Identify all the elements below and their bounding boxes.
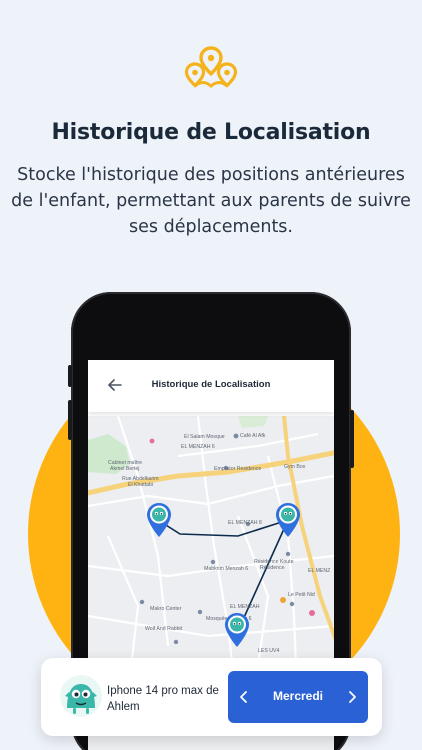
location-pins-logo-icon: [184, 46, 238, 88]
map-label: Café Al Afk: [240, 433, 266, 439]
map-label: El Khattabi: [128, 482, 154, 488]
map-label: Le Petit Nid: [288, 592, 315, 598]
device-name: Iphone 14 pro max de Ahlem: [107, 685, 219, 713]
description-line: ses déplacements.: [129, 217, 293, 237]
map-label: Wolf And Rabbit: [145, 626, 183, 632]
map-label: LES UV4: [258, 648, 280, 654]
app-bar: Historique de Localisation: [88, 360, 334, 412]
map-label: Akmel Bertej: [110, 466, 140, 472]
location-marker-icon[interactable]: [224, 612, 250, 648]
phone-side-button: [350, 410, 354, 468]
map-label: El Salam Mosque: [184, 434, 225, 440]
map-label: EL MENZAH 8: [228, 520, 262, 526]
screen-title: Historique de Localisation: [151, 379, 271, 390]
map-label: EL MENZAH 6: [181, 444, 215, 450]
phone-side-button: [68, 365, 72, 387]
map-label: Résidence: [260, 565, 285, 571]
child-avatar-icon: [60, 675, 102, 717]
day-picker: Mercredi: [228, 671, 368, 723]
description-line: Stocke l'historique des positions antéri…: [17, 165, 405, 185]
page-description: Stocke l'historique des positions antéri…: [6, 162, 416, 240]
location-marker-icon[interactable]: [146, 502, 172, 538]
page-title: Historique de Localisation: [51, 120, 371, 145]
device-day-card: Iphone 14 pro max de Ahlem Mercredi: [41, 658, 382, 736]
chevron-right-icon[interactable]: [344, 689, 360, 705]
phone-side-button: [68, 400, 72, 440]
map-label: EL MENZ: [308, 568, 331, 574]
map-label: Gym Box: [284, 464, 306, 470]
description-line: de l'enfant, permettant aux parents de s…: [11, 191, 411, 211]
map-label: Emprator Residence: [214, 466, 262, 472]
map-label: Mabkrim Menzah 6: [204, 566, 249, 572]
map-label: EL MENZAH: [230, 604, 260, 610]
location-marker-icon[interactable]: [275, 502, 301, 538]
map-label: Makro Center: [150, 606, 182, 612]
